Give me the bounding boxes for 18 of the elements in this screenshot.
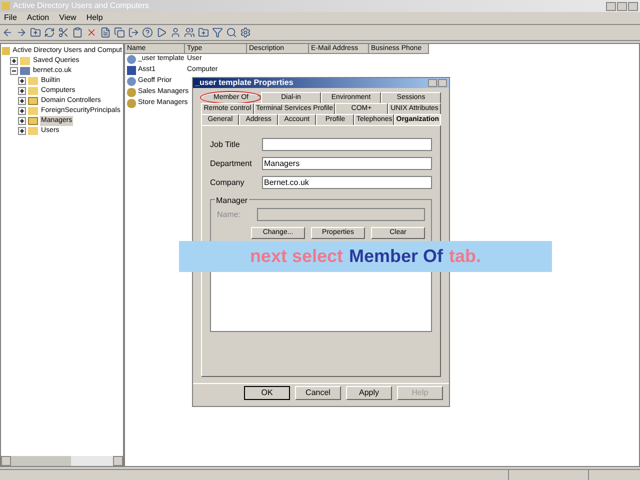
dialog-button[interactable]: Apply	[346, 386, 392, 400]
dialog-button[interactable]: OK	[244, 386, 290, 400]
text-field[interactable]: Managers	[262, 157, 432, 170]
text-field[interactable]: Bernet.co.uk	[262, 176, 432, 189]
banner-text: tab.	[449, 245, 482, 268]
menu-item[interactable]: View	[59, 12, 76, 24]
menu-item[interactable]: Action	[26, 12, 50, 24]
field-label: Company	[210, 176, 246, 188]
banner-text: Member Of	[349, 245, 444, 268]
field-label: Department	[210, 158, 253, 170]
banner-text: next select	[250, 245, 343, 268]
dialog-title: _user template Properties	[195, 77, 294, 89]
menu-item[interactable]: File	[4, 12, 17, 24]
dialog-button[interactable]: Cancel	[295, 386, 341, 400]
menu-item[interactable]: Help	[86, 12, 103, 24]
group-title: Manager	[215, 195, 249, 207]
field-label: Name:	[217, 208, 242, 220]
field-label: Job Title	[210, 138, 241, 150]
